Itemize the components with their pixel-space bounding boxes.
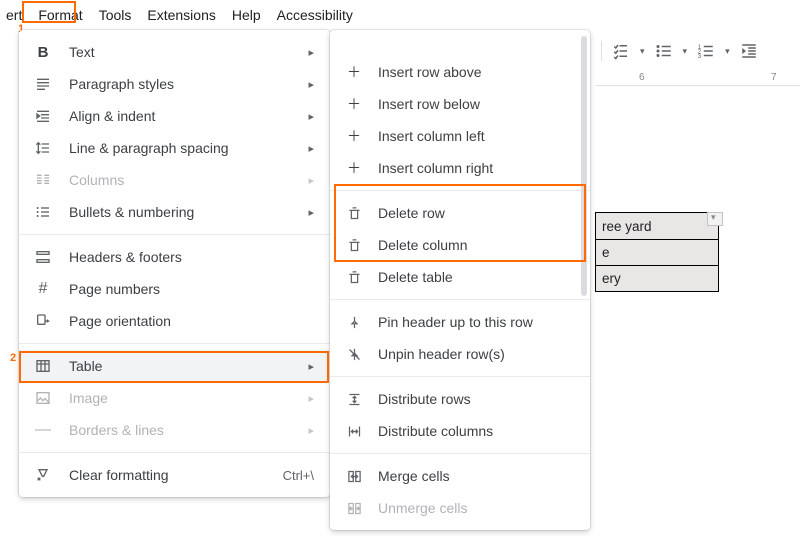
- page-orientation-icon: [33, 313, 53, 329]
- menu-separator: [19, 343, 330, 344]
- submenu-arrow-icon: ▸: [308, 360, 314, 373]
- menu-separator: [330, 376, 590, 377]
- menu-delete-table[interactable]: Delete table: [330, 261, 590, 293]
- menu-separator: [19, 234, 330, 235]
- menu-accessibility[interactable]: Accessibility: [269, 4, 361, 26]
- table-cell[interactable]: ery: [596, 265, 718, 291]
- submenu-arrow-icon: ▸: [308, 424, 314, 437]
- align-indent-icon: [33, 108, 53, 124]
- menu-unpin-header[interactable]: Unpin header row(s): [330, 338, 590, 370]
- menu-paragraph-styles[interactable]: Paragraph styles ▸: [19, 68, 330, 100]
- table-cell[interactable]: ree yard: [596, 213, 718, 239]
- menu-separator: [19, 452, 330, 453]
- menu-bullets-numbering[interactable]: Bullets & numbering ▸: [19, 196, 330, 228]
- unmerge-cells-icon: [344, 501, 364, 516]
- menu-separator: [330, 190, 590, 191]
- submenu-arrow-icon: ▸: [308, 206, 314, 219]
- menu-distribute-rows[interactable]: Distribute rows: [330, 383, 590, 415]
- pin-icon: [344, 315, 364, 330]
- format-dropdown: B Text ▸ Paragraph styles ▸ Align & inde…: [19, 30, 330, 497]
- toolbar-fragment: ▾ ▾ 123 ▾: [595, 36, 800, 66]
- menu-align-indent[interactable]: Align & indent ▸: [19, 100, 330, 132]
- numbered-list-icon[interactable]: 123: [697, 42, 715, 60]
- bullets-numbering-icon: [33, 204, 53, 220]
- menu-merge-cells[interactable]: Merge cells: [330, 460, 590, 492]
- menu-image: Image ▸: [19, 382, 330, 414]
- checklist-icon[interactable]: [612, 42, 630, 60]
- menu-extensions[interactable]: Extensions: [139, 4, 223, 26]
- annotation-label-2: 2: [10, 352, 16, 364]
- menu-page-orientation[interactable]: Page orientation: [19, 305, 330, 337]
- menu-headers-footers[interactable]: Headers & footers: [19, 241, 330, 273]
- document-table-fragment: ree yard e ery: [595, 212, 719, 292]
- merge-cells-icon: [344, 469, 364, 484]
- image-icon: [33, 390, 53, 406]
- submenu-arrow-icon: ▸: [308, 174, 314, 187]
- borders-lines-icon: —: [33, 421, 53, 439]
- menu-unmerge-cells: Unmerge cells: [330, 492, 590, 524]
- headers-footers-icon: [33, 249, 53, 265]
- menu-insert-row-below[interactable]: ＋ Insert row below: [330, 88, 590, 120]
- menu-page-numbers[interactable]: # Page numbers: [19, 273, 330, 305]
- menu-columns: Columns ▸: [19, 164, 330, 196]
- shortcut-label: Ctrl+\: [283, 468, 314, 483]
- paragraph-styles-icon: [33, 76, 53, 92]
- menu-format[interactable]: Format: [30, 4, 90, 26]
- menu-pin-header[interactable]: Pin header up to this row: [330, 306, 590, 338]
- plus-icon: ＋: [344, 158, 364, 178]
- columns-icon: [33, 172, 53, 188]
- line-spacing-icon: [33, 140, 53, 156]
- page-numbers-icon: #: [33, 280, 53, 298]
- menu-distribute-columns[interactable]: Distribute columns: [330, 415, 590, 447]
- submenu-arrow-icon: ▸: [308, 46, 314, 59]
- table-icon: [33, 358, 53, 374]
- menu-help[interactable]: Help: [224, 4, 269, 26]
- menu-tools[interactable]: Tools: [91, 4, 140, 26]
- submenu-arrow-icon: ▸: [308, 78, 314, 91]
- menu-clear-formatting[interactable]: Clear formatting Ctrl+\: [19, 459, 330, 491]
- menu-text[interactable]: B Text ▸: [19, 36, 330, 68]
- trash-icon: [344, 206, 364, 221]
- table-cell[interactable]: e: [596, 239, 718, 265]
- ruler: 6 7: [595, 70, 800, 86]
- plus-icon: ＋: [344, 126, 364, 146]
- menu-insert-column-right[interactable]: ＋ Insert column right: [330, 152, 590, 184]
- menu-borders-lines: — Borders & lines ▸: [19, 414, 330, 446]
- plus-icon: ＋: [344, 62, 364, 82]
- table-cell-dropdown-icon[interactable]: [707, 212, 723, 226]
- menu-table[interactable]: Table ▸: [19, 350, 330, 382]
- table-submenu: ＋ Insert row above ＋ Insert row below ＋ …: [330, 30, 590, 530]
- menu-insert-column-left[interactable]: ＋ Insert column left: [330, 120, 590, 152]
- menu-delete-column[interactable]: Delete column: [330, 229, 590, 261]
- submenu-arrow-icon: ▸: [308, 110, 314, 123]
- menubar: ert Format Tools Extensions Help Accessi…: [0, 0, 800, 30]
- submenu-arrow-icon: ▸: [308, 392, 314, 405]
- distribute-rows-icon: [344, 392, 364, 407]
- unpin-icon: [344, 347, 364, 362]
- menu-line-spacing[interactable]: Line & paragraph spacing ▸: [19, 132, 330, 164]
- submenu-arrow-icon: ▸: [308, 142, 314, 155]
- trash-icon: [344, 238, 364, 253]
- bold-icon: B: [33, 44, 53, 61]
- menu-insert-row-above[interactable]: ＋ Insert row above: [330, 56, 590, 88]
- menu-separator: [330, 453, 590, 454]
- svg-text:3: 3: [698, 54, 702, 60]
- trash-icon: [344, 270, 364, 285]
- indent-decrease-icon[interactable]: [740, 42, 758, 60]
- clear-formatting-icon: [33, 467, 53, 483]
- plus-icon: ＋: [344, 94, 364, 114]
- menu-delete-row[interactable]: Delete row: [330, 197, 590, 229]
- bulleted-list-icon[interactable]: [655, 42, 673, 60]
- distribute-columns-icon: [344, 424, 364, 439]
- menu-separator: [330, 299, 590, 300]
